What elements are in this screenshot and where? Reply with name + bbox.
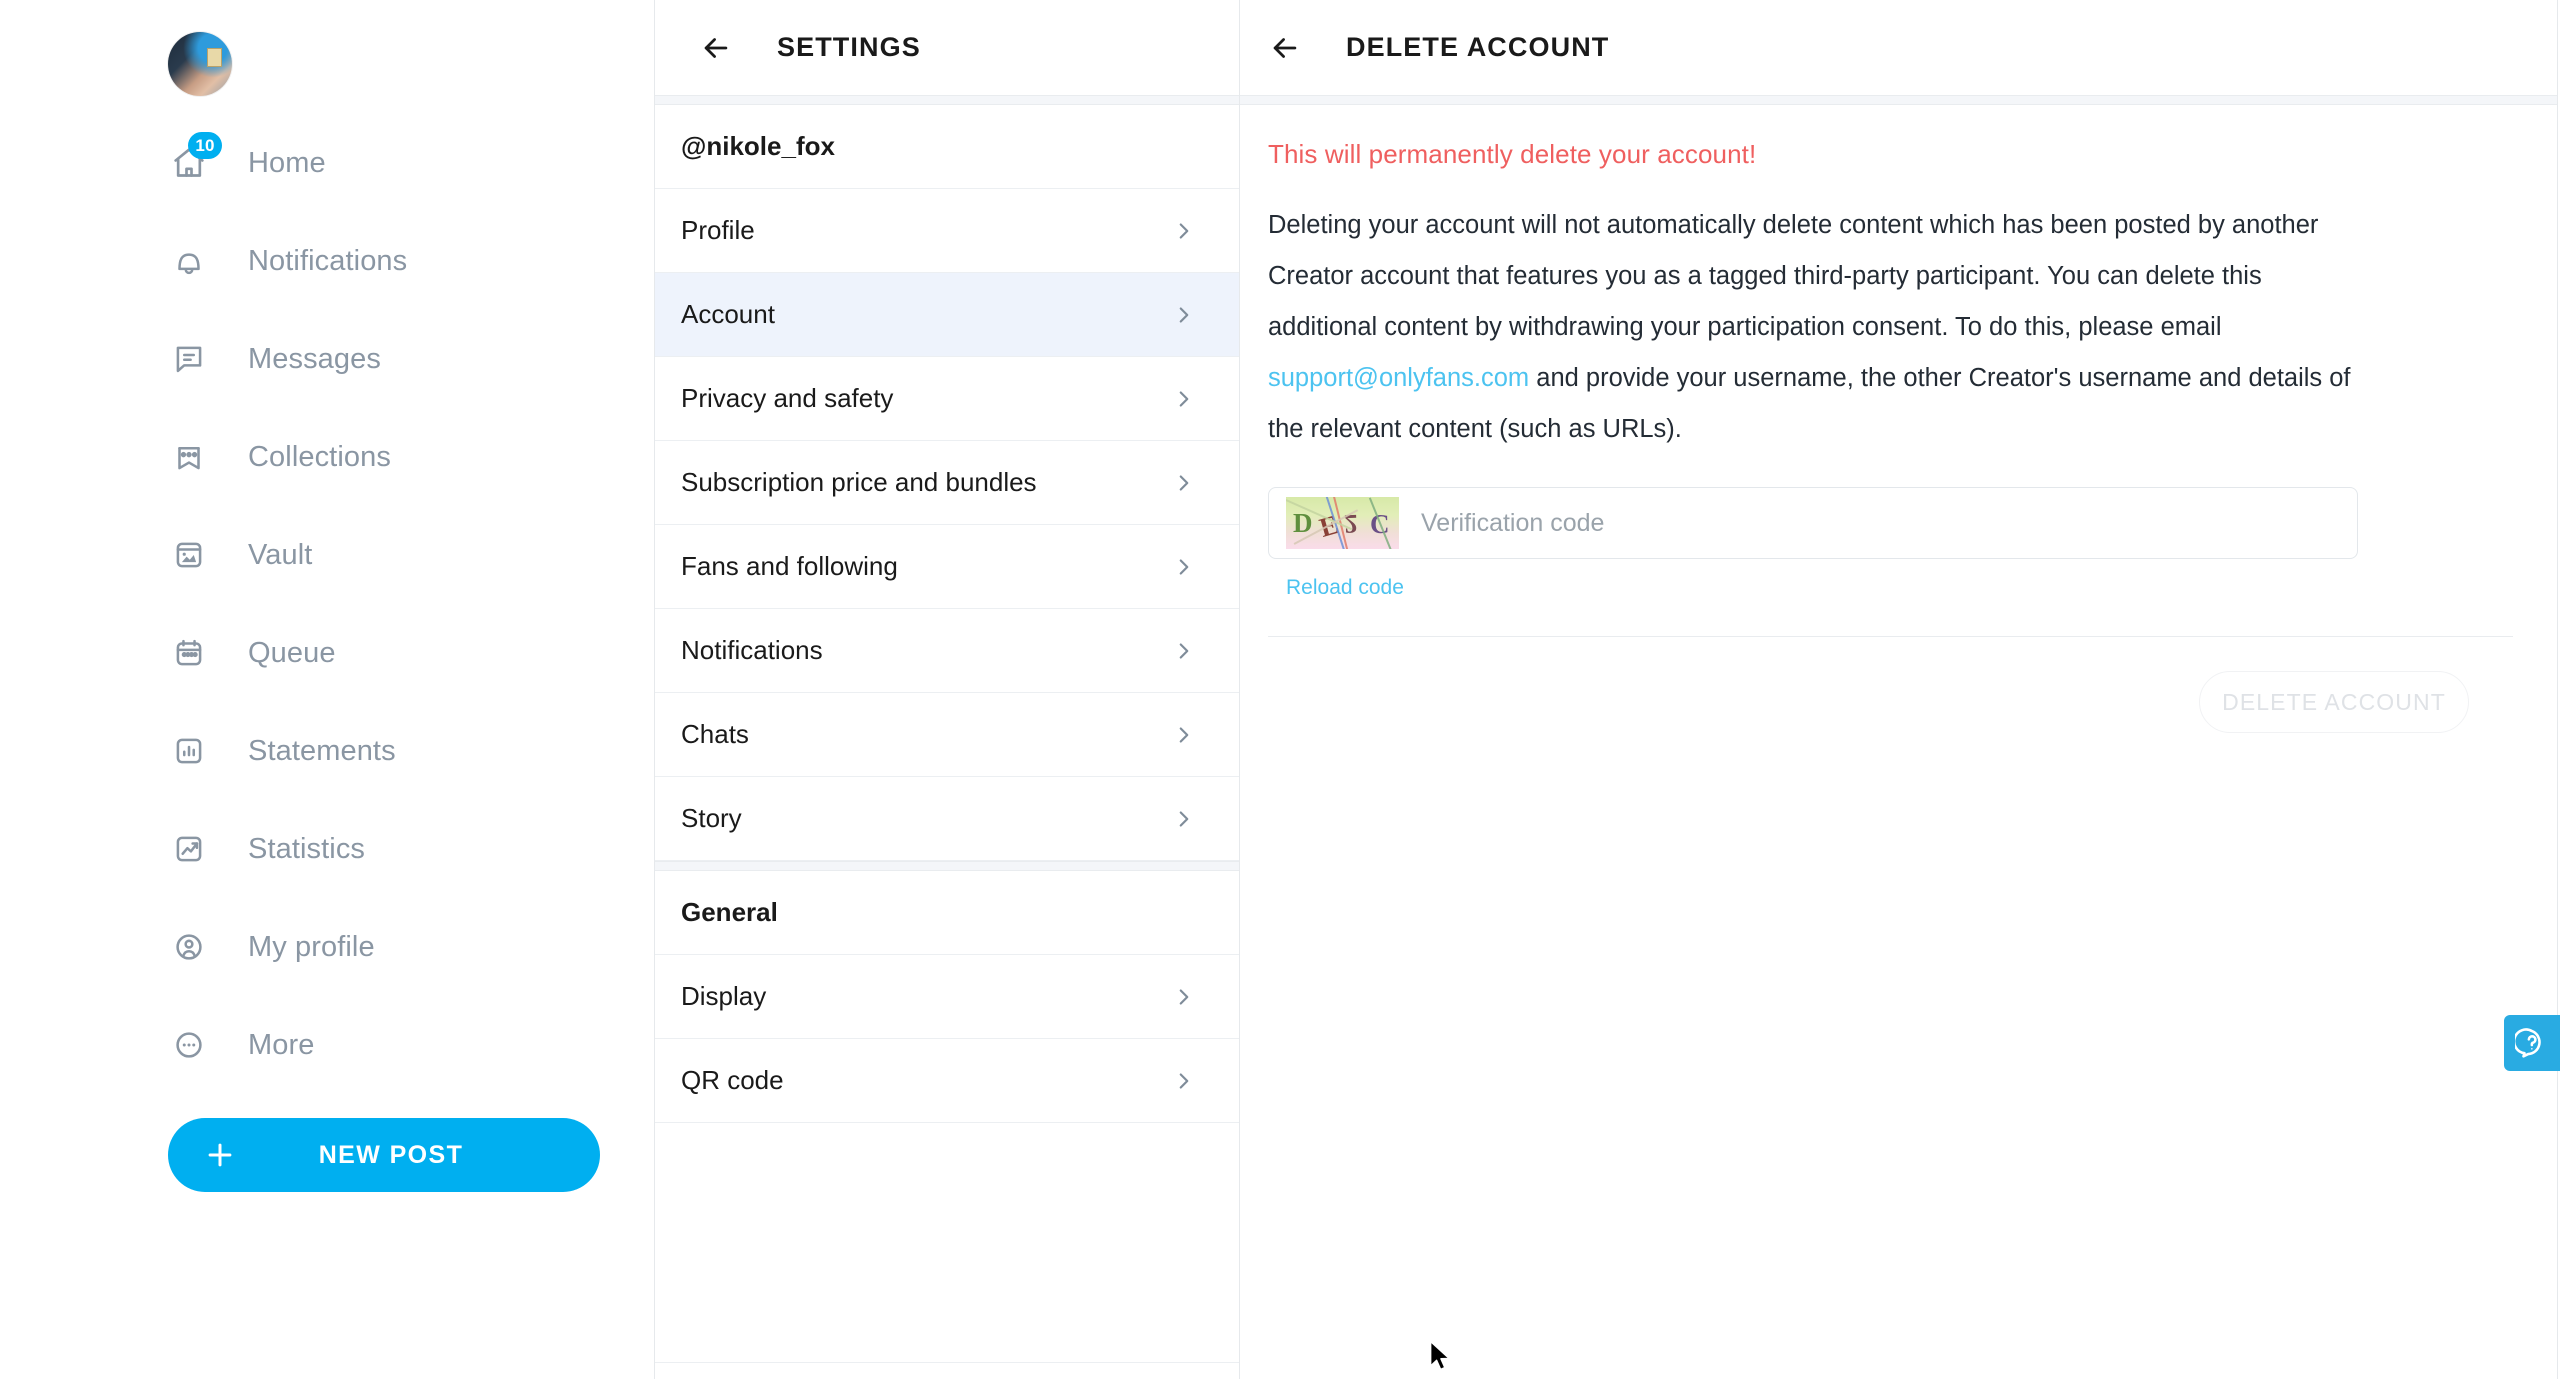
settings-section-general: General <box>655 871 1239 955</box>
sidebar-item-label: Statistics <box>248 832 366 865</box>
settings-item-label: Privacy and safety <box>681 383 894 413</box>
settings-section-divider <box>655 861 1239 871</box>
chevron-right-icon <box>1171 302 1197 328</box>
settings-title: SETTINGS <box>777 32 921 62</box>
sidebar-item-collections[interactable]: Collections <box>0 408 654 506</box>
settings-item-profile[interactable]: Profile <box>655 189 1239 273</box>
settings-item-qr-code[interactable]: QR code <box>655 1039 1239 1123</box>
sidebar-item-label: Statements <box>248 734 396 767</box>
message-icon <box>168 338 210 380</box>
back-arrow-icon[interactable] <box>1268 31 1302 65</box>
settings-item-label: Chats <box>681 719 749 749</box>
verification-code-input[interactable] <box>1399 488 2357 558</box>
settings-item-label: QR code <box>681 1065 784 1095</box>
sidebar-item-notifications[interactable]: Notifications <box>0 212 654 310</box>
sidebar: 10 Home Notifications Messages Collectio… <box>0 0 654 1379</box>
delete-account-header: DELETE ACCOUNT <box>1240 0 2557 95</box>
chevron-right-icon <box>1171 218 1197 244</box>
chevron-right-icon <box>1171 806 1197 832</box>
paragraph-part-1: Deleting your account will not automatic… <box>1268 211 2319 341</box>
settings-item-privacy-and-safety[interactable]: Privacy and safety <box>655 357 1239 441</box>
settings-item-account[interactable]: Account <box>655 273 1239 357</box>
captcha-image: D E 2 C <box>1286 497 1399 549</box>
ellipsis-circle-icon <box>168 1024 210 1066</box>
home-badge: 10 <box>188 132 222 159</box>
sidebar-item-label: Queue <box>248 636 336 669</box>
chevron-right-icon <box>1171 984 1197 1010</box>
page-title: DELETE ACCOUNT <box>1346 32 1610 62</box>
settings-item-label: Profile <box>681 215 755 245</box>
delete-account-button-row: DELETE ACCOUNT <box>1268 637 2513 733</box>
app-root: 10 Home Notifications Messages Collectio… <box>0 0 2560 1379</box>
plus-icon <box>196 1138 244 1172</box>
bookmark-star-icon <box>168 436 210 478</box>
settings-item-label: Display <box>681 981 767 1011</box>
support-email-link[interactable]: support@onlyfans.com <box>1268 364 1529 392</box>
sidebar-item-home[interactable]: 10 Home <box>0 114 654 212</box>
settings-section-label: General <box>681 897 778 927</box>
sidebar-nav: 10 Home Notifications Messages Collectio… <box>0 114 654 1094</box>
settings-item-label: Subscription price and bundles <box>681 467 1037 497</box>
settings-panel: SETTINGS @nikole_fox Profile Account Pri… <box>654 0 1240 1379</box>
settings-list-tail <box>655 1123 1239 1363</box>
sidebar-item-queue[interactable]: Queue <box>0 604 654 702</box>
home-icon: 10 <box>168 132 222 184</box>
sidebar-item-statistics[interactable]: Statistics <box>0 800 654 898</box>
settings-item-label: Fans and following <box>681 551 898 581</box>
trend-up-icon <box>168 828 210 870</box>
sidebar-item-label: My profile <box>248 930 375 963</box>
sidebar-item-label: Collections <box>248 440 391 473</box>
bell-icon <box>168 240 210 282</box>
chevron-right-icon <box>1171 722 1197 748</box>
settings-item-display[interactable]: Display <box>655 955 1239 1039</box>
reload-code-link[interactable]: Reload code <box>1286 576 1404 600</box>
avatar[interactable] <box>168 32 232 96</box>
settings-item-label: Story <box>681 803 742 833</box>
delete-account-body: This will permanently delete your accoun… <box>1240 105 2557 733</box>
sidebar-item-messages[interactable]: Messages <box>0 310 654 408</box>
sidebar-item-label: Notifications <box>248 244 408 277</box>
person-circle-icon <box>168 926 210 968</box>
settings-header-divider <box>655 95 1239 105</box>
bar-chart-icon <box>168 730 210 772</box>
settings-item-fans-and-following[interactable]: Fans and following <box>655 525 1239 609</box>
chevron-right-icon <box>1171 638 1197 664</box>
warning-text: This will permanently delete your accoun… <box>1268 139 1757 169</box>
sidebar-item-label: More <box>248 1028 315 1061</box>
new-post-label: NEW POST <box>318 1140 464 1169</box>
settings-username-row[interactable]: @nikole_fox <box>655 105 1239 189</box>
verification-code-row: D E 2 C <box>1268 487 2358 559</box>
delete-account-panel: DELETE ACCOUNT This will permanently del… <box>1240 0 2558 1379</box>
sidebar-item-label: Messages <box>248 342 381 375</box>
sidebar-item-my-profile[interactable]: My profile <box>0 898 654 996</box>
settings-item-label: Notifications <box>681 635 823 665</box>
help-question-icon[interactable] <box>2504 1015 2560 1071</box>
explanation-paragraph: Deleting your account will not automatic… <box>1268 200 2368 455</box>
new-post-button[interactable]: NEW POST <box>168 1118 600 1192</box>
settings-item-chats[interactable]: Chats <box>655 693 1239 777</box>
sidebar-item-statements[interactable]: Statements <box>0 702 654 800</box>
chevron-right-icon <box>1171 470 1197 496</box>
settings-header: SETTINGS <box>655 0 1239 95</box>
avatar-image <box>168 32 232 96</box>
image-box-icon <box>168 534 210 576</box>
settings-item-label: Account <box>681 299 775 329</box>
chevron-right-icon <box>1171 554 1197 580</box>
sidebar-item-vault[interactable]: Vault <box>0 506 654 604</box>
settings-item-notifications[interactable]: Notifications <box>655 609 1239 693</box>
sidebar-item-more[interactable]: More <box>0 996 654 1094</box>
chevron-right-icon <box>1171 1068 1197 1094</box>
sidebar-item-label: Home <box>248 146 326 179</box>
content-header-divider <box>1240 95 2557 105</box>
settings-username: @nikole_fox <box>681 131 835 161</box>
sidebar-item-label: Vault <box>248 538 313 571</box>
delete-account-button[interactable]: DELETE ACCOUNT <box>2199 671 2469 733</box>
settings-item-subscription-price-and-bundles[interactable]: Subscription price and bundles <box>655 441 1239 525</box>
back-arrow-icon[interactable] <box>699 31 733 65</box>
settings-item-story[interactable]: Story <box>655 777 1239 861</box>
chevron-right-icon <box>1171 386 1197 412</box>
calendar-icon <box>168 632 210 674</box>
